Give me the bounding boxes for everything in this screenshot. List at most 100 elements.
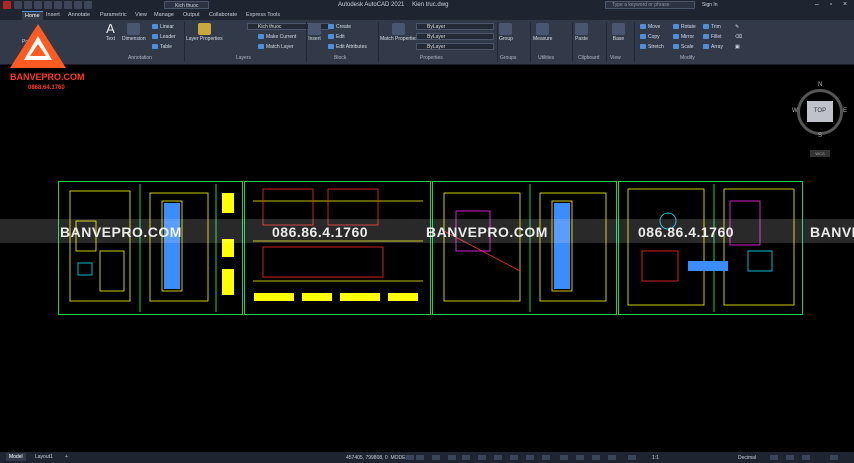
watermark-phone: 086.86.4.1760 <box>638 224 735 240</box>
edit-attributes-button[interactable]: Edit Attributes <box>328 44 367 50</box>
tab-collaborate[interactable]: Collaborate <box>209 12 237 18</box>
redo-icon[interactable] <box>84 1 92 9</box>
base-view-button[interactable]: Base <box>612 23 625 42</box>
viewcube-top-face[interactable]: TOP <box>807 101 833 122</box>
tab-model[interactable]: Model <box>6 453 26 461</box>
isolate-objects-icon[interactable] <box>576 455 584 460</box>
annotation-scale-icon[interactable] <box>526 455 534 460</box>
polar-icon[interactable] <box>448 455 456 460</box>
scale-button[interactable]: Scale <box>673 44 694 50</box>
workspace-icon[interactable] <box>542 455 550 460</box>
lock-ui-icon[interactable] <box>786 455 794 460</box>
make-current-button[interactable]: Make Current <box>258 34 296 40</box>
quick-properties-icon[interactable] <box>770 455 778 460</box>
restore-icon[interactable]: ▫ <box>826 0 836 10</box>
new-icon[interactable] <box>14 1 22 9</box>
create-block-button[interactable]: Create <box>328 24 351 30</box>
scale-icon <box>673 44 679 50</box>
leader-button[interactable]: Leader <box>152 34 176 40</box>
move-button[interactable]: Move <box>640 24 660 30</box>
insert-button[interactable]: Insert <box>308 23 321 42</box>
ortho-icon[interactable] <box>432 455 440 460</box>
lineweight-dropdown[interactable]: ByLayer <box>416 43 494 50</box>
sign-in-link[interactable]: Sign In <box>702 2 718 8</box>
drawing-area[interactable] <box>58 181 803 315</box>
selection-cycling-icon[interactable] <box>510 455 518 460</box>
copy-button[interactable]: Copy <box>640 34 660 40</box>
array-button[interactable]: Array <box>703 44 723 50</box>
measure-button[interactable]: Measure <box>533 23 552 42</box>
paste-button[interactable]: Paste <box>575 23 588 42</box>
compass-east[interactable]: E <box>843 108 847 114</box>
layer-properties-icon <box>197 23 211 35</box>
close-icon[interactable]: × <box>840 0 850 10</box>
hardware-acceleration-icon[interactable] <box>592 455 600 460</box>
utilities-panel-title[interactable]: Utilities <box>538 55 554 61</box>
mirror-button[interactable]: Mirror <box>673 34 694 40</box>
explode-icon[interactable]: ▣ <box>735 44 740 50</box>
customize-icon[interactable] <box>802 455 810 460</box>
tab-insert[interactable]: Insert <box>46 12 60 18</box>
tab-express-tools[interactable]: Express Tools <box>246 12 280 18</box>
menu-icon[interactable] <box>830 455 838 460</box>
stretch-button[interactable]: Stretch <box>640 44 664 50</box>
layers-panel-title[interactable]: Layers <box>236 55 251 61</box>
snap-icon[interactable] <box>416 455 424 460</box>
annotation-panel-title[interactable]: Annotation <box>128 55 152 61</box>
lineweight-icon[interactable] <box>478 455 486 460</box>
clipboard-panel-title[interactable]: Clipboard <box>578 55 599 61</box>
scale-label[interactable]: 1:1 <box>652 455 659 461</box>
tab-view[interactable]: View <box>135 12 147 18</box>
tab-output[interactable]: Output <box>183 12 200 18</box>
text-button[interactable]: A Text <box>104 22 117 42</box>
search-input[interactable]: Type a keyword or phrase <box>605 1 695 9</box>
grid-icon[interactable] <box>406 455 414 460</box>
groups-panel-title[interactable]: Groups <box>500 55 516 61</box>
properties-panel-title[interactable]: Properties <box>420 55 443 61</box>
plot-icon[interactable] <box>64 1 72 9</box>
compass-north[interactable]: N <box>818 82 822 88</box>
clean-screen-icon[interactable] <box>608 455 616 460</box>
erase-icon[interactable]: ⌫ <box>735 34 742 40</box>
quick-layer-dropdown[interactable]: Kich thuoc <box>164 1 209 9</box>
save-as-icon[interactable] <box>44 1 52 9</box>
table-button[interactable]: Table <box>152 44 172 50</box>
trim-button[interactable]: Trim <box>703 24 721 30</box>
web-mobile-icon[interactable] <box>54 1 62 9</box>
rotate-button[interactable]: Rotate <box>673 24 696 30</box>
linetype-dropdown[interactable]: ByLayer <box>416 33 494 40</box>
pencil-icon[interactable]: ✎ <box>735 24 739 30</box>
group-button[interactable]: Group <box>499 23 513 42</box>
compass-west[interactable]: W <box>792 108 798 114</box>
tab-home[interactable]: Home <box>22 11 43 20</box>
undo-icon[interactable] <box>74 1 82 9</box>
tab-manage[interactable]: Manage <box>154 12 174 18</box>
osnap-icon[interactable] <box>462 455 470 460</box>
add-layout-button[interactable]: + <box>62 453 71 461</box>
save-icon[interactable] <box>34 1 42 9</box>
viewcube[interactable]: N S W E TOP <box>792 82 850 142</box>
color-dropdown[interactable]: ByLayer <box>416 23 494 30</box>
minimize-icon[interactable]: – <box>812 0 822 10</box>
compass-south[interactable]: S <box>818 133 822 139</box>
fillet-button[interactable]: Fillet <box>703 34 722 40</box>
app-menu-icon[interactable] <box>3 1 11 9</box>
tab-layout1[interactable]: Layout1 <box>32 453 56 461</box>
tab-annotate[interactable]: Annotate <box>68 12 90 18</box>
transparency-icon[interactable] <box>494 455 502 460</box>
linear-button[interactable]: Linear <box>152 24 174 30</box>
dimension-button[interactable]: Dimension <box>122 23 146 42</box>
edit-block-button[interactable]: Edit <box>328 34 345 40</box>
units-label[interactable]: Decimal <box>738 455 756 461</box>
match-layer-button[interactable]: Match Layer <box>258 44 294 50</box>
layer-properties-button[interactable]: Layer Properties <box>186 23 223 42</box>
block-panel-title[interactable]: Block <box>334 55 346 61</box>
wcs-menu[interactable]: WCS <box>810 150 830 157</box>
open-icon[interactable] <box>24 1 32 9</box>
units-icon[interactable] <box>628 455 636 460</box>
annotation-monitor-icon[interactable] <box>560 455 568 460</box>
match-properties-button[interactable]: Match Properties <box>380 23 418 42</box>
tab-parametric[interactable]: Parametric <box>100 12 127 18</box>
view-panel-title[interactable]: View <box>610 55 621 61</box>
modify-panel-title[interactable]: Modify <box>680 55 695 61</box>
